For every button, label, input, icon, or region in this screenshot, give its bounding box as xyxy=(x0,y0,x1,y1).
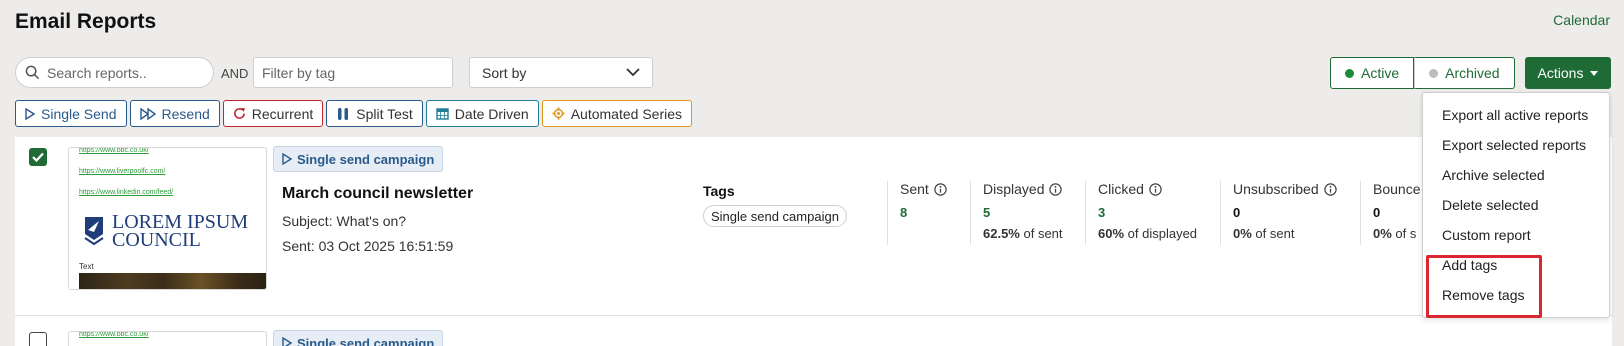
filter-split-test-button[interactable]: Split Test xyxy=(326,100,423,127)
fast-forward-icon xyxy=(139,107,156,120)
and-label: AND xyxy=(221,66,249,81)
page-title: Email Reports xyxy=(15,10,157,33)
thumbnail-link: https://www.linkedin.com/feed/ xyxy=(79,189,174,196)
stat-percentage: 0% of sent xyxy=(1233,226,1295,241)
actions-button[interactable]: Actions xyxy=(1525,57,1611,89)
stat-unsubscribed: Unsubscribed 0 0% of sent xyxy=(1220,181,1360,245)
stat-label: Displayed xyxy=(983,181,1085,197)
filter-label: Single Send xyxy=(41,105,117,122)
stat-bounced: Bounce 0 0% of s xyxy=(1360,181,1420,245)
refresh-icon xyxy=(233,107,245,119)
stat-label: Sent xyxy=(900,181,977,197)
filter-resend-button[interactable]: Resend xyxy=(129,100,220,127)
stat-value: 0 xyxy=(1233,205,1241,220)
row-checkbox[interactable] xyxy=(29,332,47,346)
active-filter-button[interactable]: Active xyxy=(1330,57,1415,89)
stat-sent: Sent 8 xyxy=(887,181,977,245)
stat-percentage: 0% of s xyxy=(1373,226,1417,241)
play-outline-icon xyxy=(282,337,292,346)
search-icon xyxy=(25,65,40,80)
stat-clicked: Clicked 3 60% of displayed xyxy=(1085,181,1220,245)
campaign-type-label: Single send campaign xyxy=(297,151,435,167)
sort-select[interactable]: Sort by xyxy=(469,57,653,88)
archived-filter-button[interactable]: Archived xyxy=(1414,57,1515,89)
campaign-type-label: Single send campaign xyxy=(297,335,435,346)
filter-automated-series-button[interactable]: Automated Series xyxy=(541,100,693,127)
stat-label: Bounce xyxy=(1373,181,1420,197)
email-thumbnail[interactable]: https://www.bbc.co.uk/ https://www.liver… xyxy=(68,147,267,290)
menu-item-custom-report[interactable]: Custom report xyxy=(1423,220,1609,250)
info-icon[interactable] xyxy=(1149,182,1162,196)
calendar-link[interactable]: Calendar xyxy=(1553,12,1610,28)
search-input[interactable] xyxy=(47,64,197,81)
info-icon[interactable] xyxy=(1323,182,1337,196)
check-icon xyxy=(32,152,44,163)
status-toggle: Active Archived xyxy=(1330,57,1515,89)
actions-label: Actions xyxy=(1537,65,1584,81)
tag-pill[interactable]: Single send campaign xyxy=(703,205,847,227)
email-thumbnail[interactable]: https://www.bbc.co.uk/ xyxy=(68,331,267,346)
menu-item-archive-selected[interactable]: Archive selected xyxy=(1423,160,1609,190)
filter-label: Split Test xyxy=(356,105,413,122)
caret-down-icon xyxy=(1590,70,1599,76)
test-tubes-icon xyxy=(338,107,349,120)
gear-icon xyxy=(552,107,565,120)
thumbnail-text: Text xyxy=(79,262,94,271)
thumbnail-link: https://www.bbc.co.uk/ xyxy=(79,331,149,338)
play-outline-icon xyxy=(25,107,35,120)
stat-value: 0 xyxy=(1373,205,1381,220)
stat-value[interactable]: 5 xyxy=(983,205,1085,220)
sort-select-label: Sort by xyxy=(482,64,527,81)
thumbnail-photo xyxy=(79,273,266,289)
search-box[interactable] xyxy=(15,57,214,88)
type-filter-bar: Single Send Resend Recurrent Split Test … xyxy=(15,100,693,127)
campaign-type-badge: Single send campaign xyxy=(273,146,444,172)
info-icon[interactable] xyxy=(1049,182,1063,196)
filter-label: Automated Series xyxy=(570,105,683,122)
active-filter-label: Active xyxy=(1361,65,1400,81)
council-logo: LOREM IPSUM COUNCIL xyxy=(84,212,248,251)
filter-label: Date Driven xyxy=(454,105,529,122)
calendar-icon xyxy=(436,108,449,120)
stat-label: Clicked xyxy=(1098,181,1220,197)
row-checkbox[interactable] xyxy=(29,148,47,166)
menu-item-delete-selected[interactable]: Delete selected xyxy=(1423,190,1609,220)
report-subject: Subject: What's on? xyxy=(282,213,407,229)
thumbnail-link: https://www.liverpoolfc.com/ xyxy=(79,168,166,175)
tags-heading: Tags xyxy=(703,183,735,199)
thumbnail-link: https://www.bbc.co.uk/ xyxy=(79,147,149,154)
campaign-type-badge: Single send campaign xyxy=(273,330,444,346)
menu-item-export-selected[interactable]: Export selected reports xyxy=(1423,130,1609,160)
highlight-annotation xyxy=(1426,255,1542,318)
stat-percentage: 62.5% of sent xyxy=(983,226,1063,241)
chevron-down-icon xyxy=(626,68,640,77)
play-outline-icon xyxy=(282,153,292,165)
filter-single-send-button[interactable]: Single Send xyxy=(15,100,127,127)
logo-line: COUNCIL xyxy=(112,229,201,251)
stat-value[interactable]: 8 xyxy=(900,205,977,220)
filter-label: Resend xyxy=(161,105,210,122)
council-crest-icon xyxy=(84,217,104,246)
report-name-link[interactable]: March council newsletter xyxy=(282,185,473,203)
stat-label: Unsubscribed xyxy=(1233,181,1360,197)
active-dot-icon xyxy=(1345,68,1354,78)
stat-percentage: 60% of displayed xyxy=(1098,226,1198,241)
stat-value[interactable]: 3 xyxy=(1098,205,1220,220)
filter-date-driven-button[interactable]: Date Driven xyxy=(425,100,539,127)
report-sent-date: Sent: 03 Oct 2025 16:51:59 xyxy=(282,238,454,254)
archived-filter-label: Archived xyxy=(1445,65,1500,81)
info-icon[interactable] xyxy=(934,182,947,196)
row-divider xyxy=(15,315,1612,316)
filter-recurrent-button[interactable]: Recurrent xyxy=(222,100,324,127)
menu-item-export-all-active[interactable]: Export all active reports xyxy=(1423,100,1609,130)
stat-displayed: Displayed 5 62.5% of sent xyxy=(970,181,1085,245)
filter-label: Recurrent xyxy=(251,105,314,122)
report-list: https://www.bbc.co.uk/ https://www.liver… xyxy=(15,137,1612,346)
tag-filter-input[interactable] xyxy=(253,57,453,88)
archived-dot-icon xyxy=(1429,68,1439,78)
